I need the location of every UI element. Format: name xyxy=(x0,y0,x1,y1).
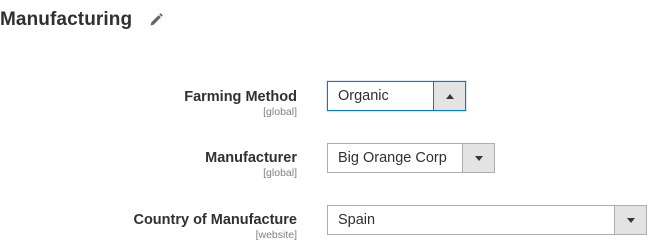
country-arrow[interactable] xyxy=(614,206,646,234)
country-scope: [website] xyxy=(255,229,297,241)
country-select[interactable]: Spain xyxy=(327,205,647,235)
farming-method-scope: [global] xyxy=(263,106,297,118)
farming-method-value: Organic xyxy=(338,88,389,104)
manufacturer-select[interactable]: Big Orange Corp xyxy=(327,143,495,173)
section-title: Manufacturing xyxy=(0,9,133,30)
country-label: Country of Manufacture xyxy=(133,212,297,228)
section-header: Manufacturing xyxy=(0,6,164,34)
farming-method-label-block: Farming Method [global] xyxy=(184,88,297,119)
chevron-up-icon xyxy=(445,93,454,99)
country-label-block: Country of Manufacture [website] xyxy=(133,211,297,242)
manufacturer-value: Big Orange Corp xyxy=(338,150,447,166)
manufacturer-label: Manufacturer xyxy=(205,150,297,166)
farming-method-select[interactable]: Organic xyxy=(327,81,466,111)
chevron-down-icon xyxy=(626,217,635,223)
manufacturer-arrow[interactable] xyxy=(462,144,494,172)
country-value: Spain xyxy=(338,212,376,228)
pencil-icon[interactable] xyxy=(148,12,164,28)
pencil-icon-graphic xyxy=(150,13,163,26)
manufacturer-label-block: Manufacturer [global] xyxy=(205,149,297,180)
farming-method-label: Farming Method xyxy=(184,89,297,105)
manufacturer-scope: [global] xyxy=(263,167,297,179)
farming-method-arrow[interactable] xyxy=(433,82,465,110)
chevron-down-icon xyxy=(474,155,483,161)
